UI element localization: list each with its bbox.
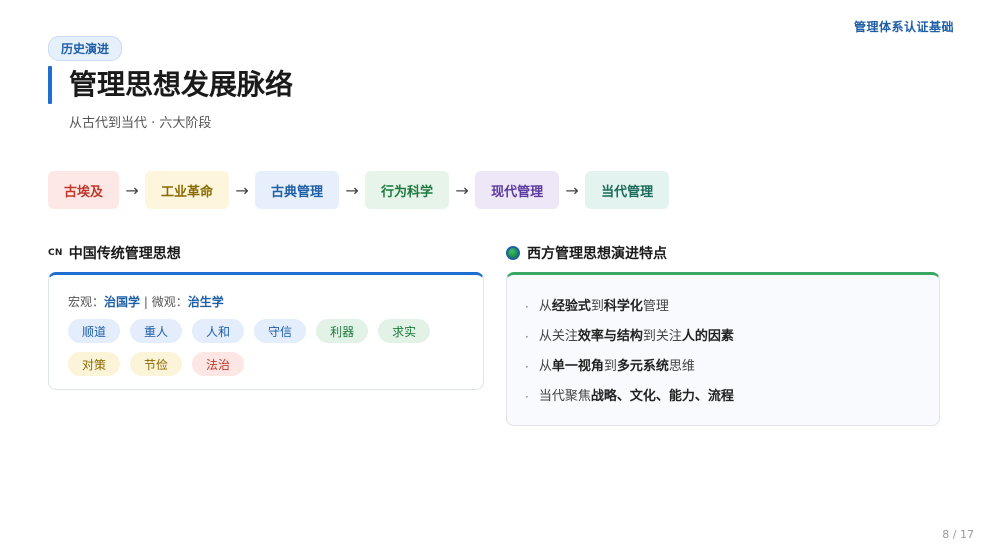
point-segment: 从 bbox=[538, 359, 552, 374]
stage-3: 行为科学 bbox=[365, 171, 450, 209]
bullet-icon: · bbox=[525, 330, 529, 344]
stage-0: 古埃及 bbox=[48, 171, 120, 209]
point-emphasis: 科学化 bbox=[603, 299, 643, 314]
principle-pill: 法治 bbox=[192, 352, 245, 376]
pill-row-1: 顺道 重人 人和 守信 利器 求实 bbox=[68, 319, 468, 343]
western-point: · 从单一视角到多元系统思维 bbox=[525, 357, 734, 387]
page-subtitle: 从古代到当代 · 六大阶段 bbox=[69, 116, 212, 131]
western-thought-card: · 从经验式到科学化管理 · 从关注效率与结构到关注人的因素 · 从单一视角到多元系统思维… bbox=[506, 272, 940, 426]
point-emphasis: 单一视角 bbox=[551, 359, 604, 374]
principle-pill: 顺道 bbox=[68, 319, 121, 343]
macro-value: 治国学 bbox=[104, 295, 141, 309]
page-number: 8 / 17 bbox=[942, 528, 974, 541]
western-points-list: · 从经验式到科学化管理 · 从关注效率与结构到关注人的因素 · 从单一视角到多元系统思维… bbox=[525, 297, 734, 417]
stage-2: 古典管理 bbox=[255, 171, 340, 209]
point-text: 从经验式到科学化管理 bbox=[539, 297, 669, 317]
principle-pill: 守信 bbox=[254, 319, 307, 343]
page-title: 管理思想发展脉络 bbox=[69, 68, 294, 101]
principle-pill: 对策 bbox=[68, 352, 121, 376]
point-segment: 到 bbox=[603, 359, 617, 374]
western-point: · 当代聚焦战略、文化、能力、流程 bbox=[525, 387, 734, 417]
bullet-icon: · bbox=[525, 390, 529, 404]
flow-arrow-icon: → bbox=[345, 180, 359, 200]
left-section-title: CN 中国传统管理思想 bbox=[48, 243, 181, 263]
flow-arrow-icon: → bbox=[125, 180, 139, 200]
point-segment: 管理 bbox=[642, 299, 669, 314]
point-emphasis: 经验式 bbox=[551, 299, 591, 314]
right-section-label: 西方管理思想演进特点 bbox=[527, 246, 667, 262]
flow-arrow-icon: → bbox=[455, 180, 469, 200]
western-point: · 从关注效率与结构到关注人的因素 bbox=[525, 327, 734, 357]
stage-1: 工业革命 bbox=[145, 171, 230, 209]
micro-label: 微观： bbox=[151, 295, 188, 309]
flow-arrow-icon: → bbox=[565, 180, 579, 200]
bullet-icon: · bbox=[525, 360, 529, 374]
point-emphasis: 战略、文化、能力、流程 bbox=[590, 389, 734, 404]
stage-flow: 古埃及 → 工业革命 → 古典管理 → 行为科学 → 现代管理 → 当代管理 bbox=[48, 171, 670, 209]
section-tag: 历史演进 bbox=[48, 36, 123, 61]
micro-value: 治生学 bbox=[187, 295, 224, 309]
western-point: · 从经验式到科学化管理 bbox=[525, 297, 734, 327]
point-segment: 从关注 bbox=[538, 329, 578, 344]
chinese-thought-card: 宏观：治国学 | 微观：治生学 顺道 重人 人和 守信 利器 求实 对策 节俭 法治 bbox=[48, 272, 484, 390]
title-accent-bar bbox=[48, 66, 52, 104]
macro-label: 宏观： bbox=[68, 295, 105, 309]
pill-row-2: 对策 节俭 法治 bbox=[68, 352, 468, 376]
macro-micro-line: 宏观：治国学 | 微观：治生学 bbox=[68, 293, 224, 310]
stage-4: 现代管理 bbox=[475, 171, 560, 209]
bullet-icon: · bbox=[525, 300, 529, 314]
point-segment: 从 bbox=[538, 299, 552, 314]
stage-5: 当代管理 bbox=[585, 171, 670, 209]
right-section-title: 西方管理思想演进特点 bbox=[506, 243, 667, 263]
principle-pill: 求实 bbox=[378, 319, 431, 343]
point-text: 从单一视角到多元系统思维 bbox=[539, 357, 695, 377]
principle-pill: 利器 bbox=[316, 319, 369, 343]
separator: | bbox=[140, 295, 152, 309]
point-segment: 到关注 bbox=[642, 329, 682, 344]
flow-arrow-icon: → bbox=[235, 180, 249, 200]
point-text: 从关注效率与结构到关注人的因素 bbox=[539, 327, 734, 347]
point-emphasis: 人的因素 bbox=[681, 329, 734, 344]
principle-pill: 重人 bbox=[130, 319, 183, 343]
point-emphasis: 多元系统 bbox=[616, 359, 669, 374]
point-segment: 思维 bbox=[668, 359, 695, 374]
point-emphasis: 效率与结构 bbox=[577, 329, 643, 344]
principle-pill: 人和 bbox=[192, 319, 245, 343]
left-section-label: 中国传统管理思想 bbox=[68, 246, 181, 262]
cn-mark: CN bbox=[48, 248, 63, 258]
brand-title: 管理体系认证基础 bbox=[853, 20, 954, 34]
principle-pill: 节俭 bbox=[130, 352, 183, 376]
globe-icon bbox=[506, 246, 520, 260]
point-segment: 当代聚焦 bbox=[538, 389, 591, 404]
point-segment: 到 bbox=[590, 299, 604, 314]
point-text: 当代聚焦战略、文化、能力、流程 bbox=[539, 387, 734, 407]
